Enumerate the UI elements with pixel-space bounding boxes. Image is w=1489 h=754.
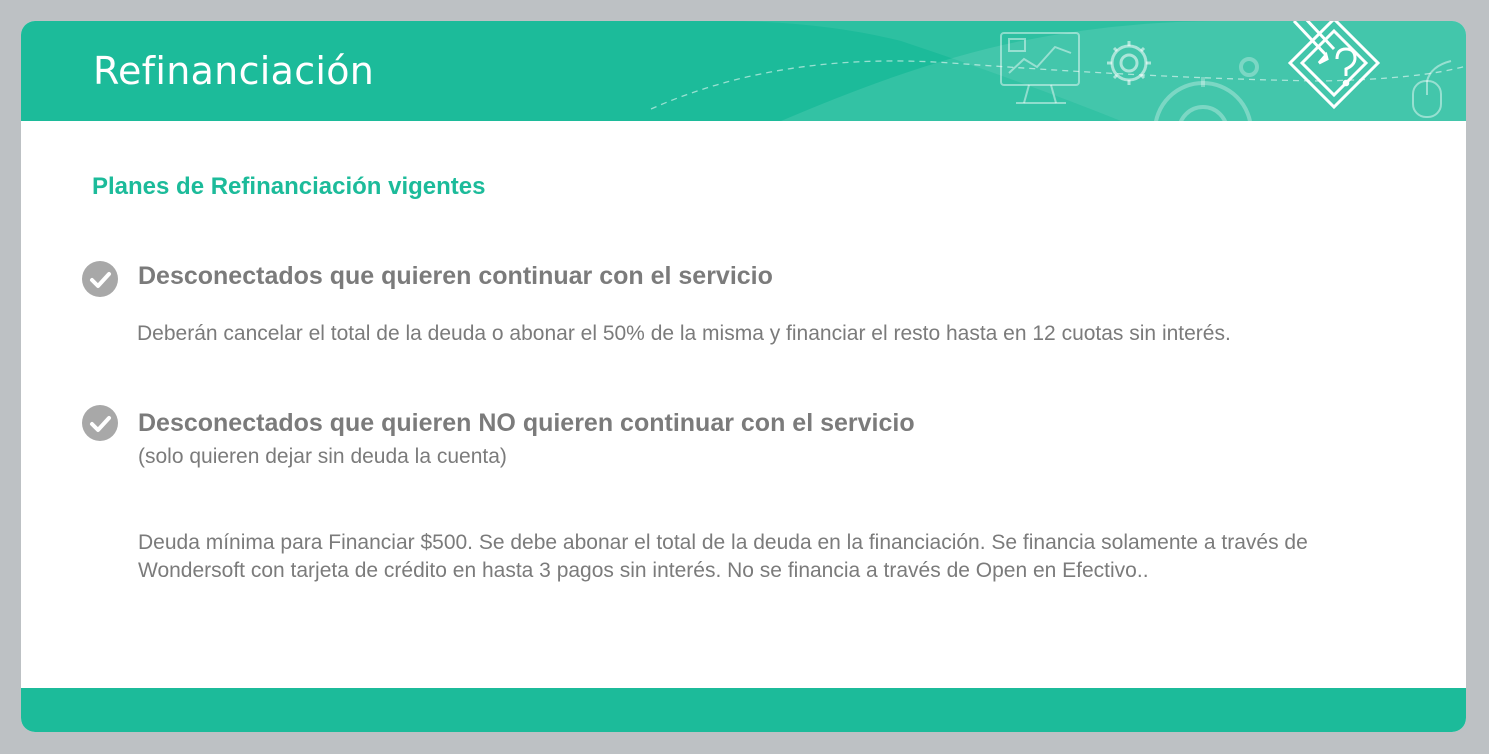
- plan-title-no-continue: Desconectados que quieren NO quieren con…: [138, 409, 915, 437]
- plan-subtitle-no-continue: (solo quieren dejar sin deuda la cuenta): [138, 445, 507, 468]
- footer-bar: [21, 688, 1466, 732]
- plan-title-continue: Desconectados que quieren continuar con …: [138, 262, 773, 290]
- check-circle-icon: [82, 405, 118, 441]
- page-title: Refinanciación: [93, 49, 375, 93]
- check-circle-icon: [82, 261, 118, 297]
- header-banner: Refinanciación: [21, 21, 1466, 121]
- section-title: Planes de Refinanciación vigentes: [92, 173, 486, 200]
- plan-description-continue: Deberán cancelar el total de la deuda o …: [137, 322, 1231, 345]
- plan-description-no-continue: Deuda mínima para Financiar $500. Se deb…: [138, 531, 1308, 582]
- content-card: Refinanciación Planes de Refinanciación …: [21, 21, 1466, 732]
